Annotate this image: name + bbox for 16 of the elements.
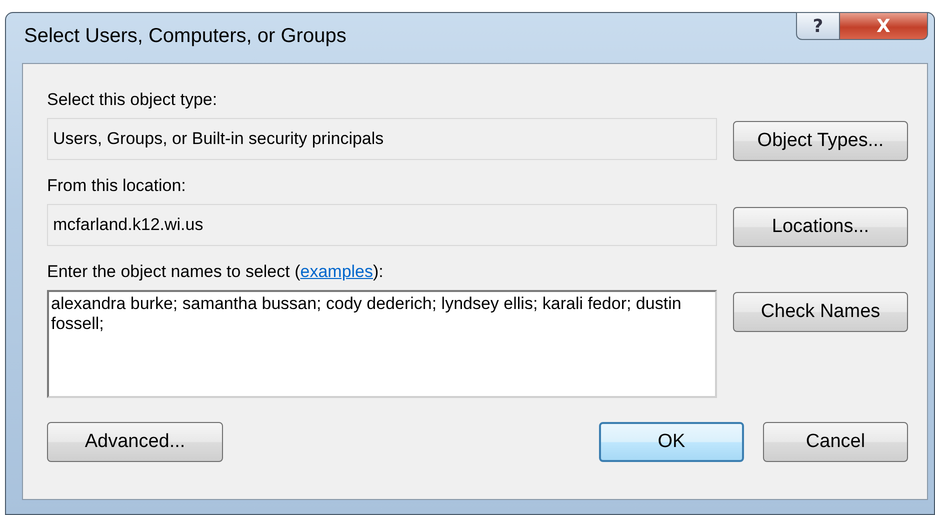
window-title: Select Users, Computers, or Groups	[24, 25, 346, 48]
object-type-label: Select this object type:	[47, 90, 218, 110]
advanced-button[interactable]: Advanced...	[47, 422, 223, 462]
ok-button[interactable]: OK	[599, 422, 744, 462]
location-field: mcfarland.k12.wi.us	[47, 204, 717, 246]
object-types-button[interactable]: Object Types...	[733, 121, 908, 161]
examples-link[interactable]: examples	[300, 262, 374, 281]
cancel-button[interactable]: Cancel	[763, 422, 908, 462]
close-button[interactable]: X	[840, 12, 928, 40]
locations-button[interactable]: Locations...	[733, 207, 908, 247]
check-names-button[interactable]: Check Names	[733, 292, 908, 332]
help-button[interactable]: ?	[796, 12, 840, 40]
names-label: Enter the object names to select (examples):	[47, 262, 384, 282]
object-type-field: Users, Groups, or Built-in security principals	[47, 118, 717, 160]
location-label: From this location:	[47, 176, 187, 196]
object-names-field[interactable]: alexandra burke; samantha bussan; cody dederich; lyndsey ellis; karali fedor; dustin fossell;	[47, 290, 717, 398]
